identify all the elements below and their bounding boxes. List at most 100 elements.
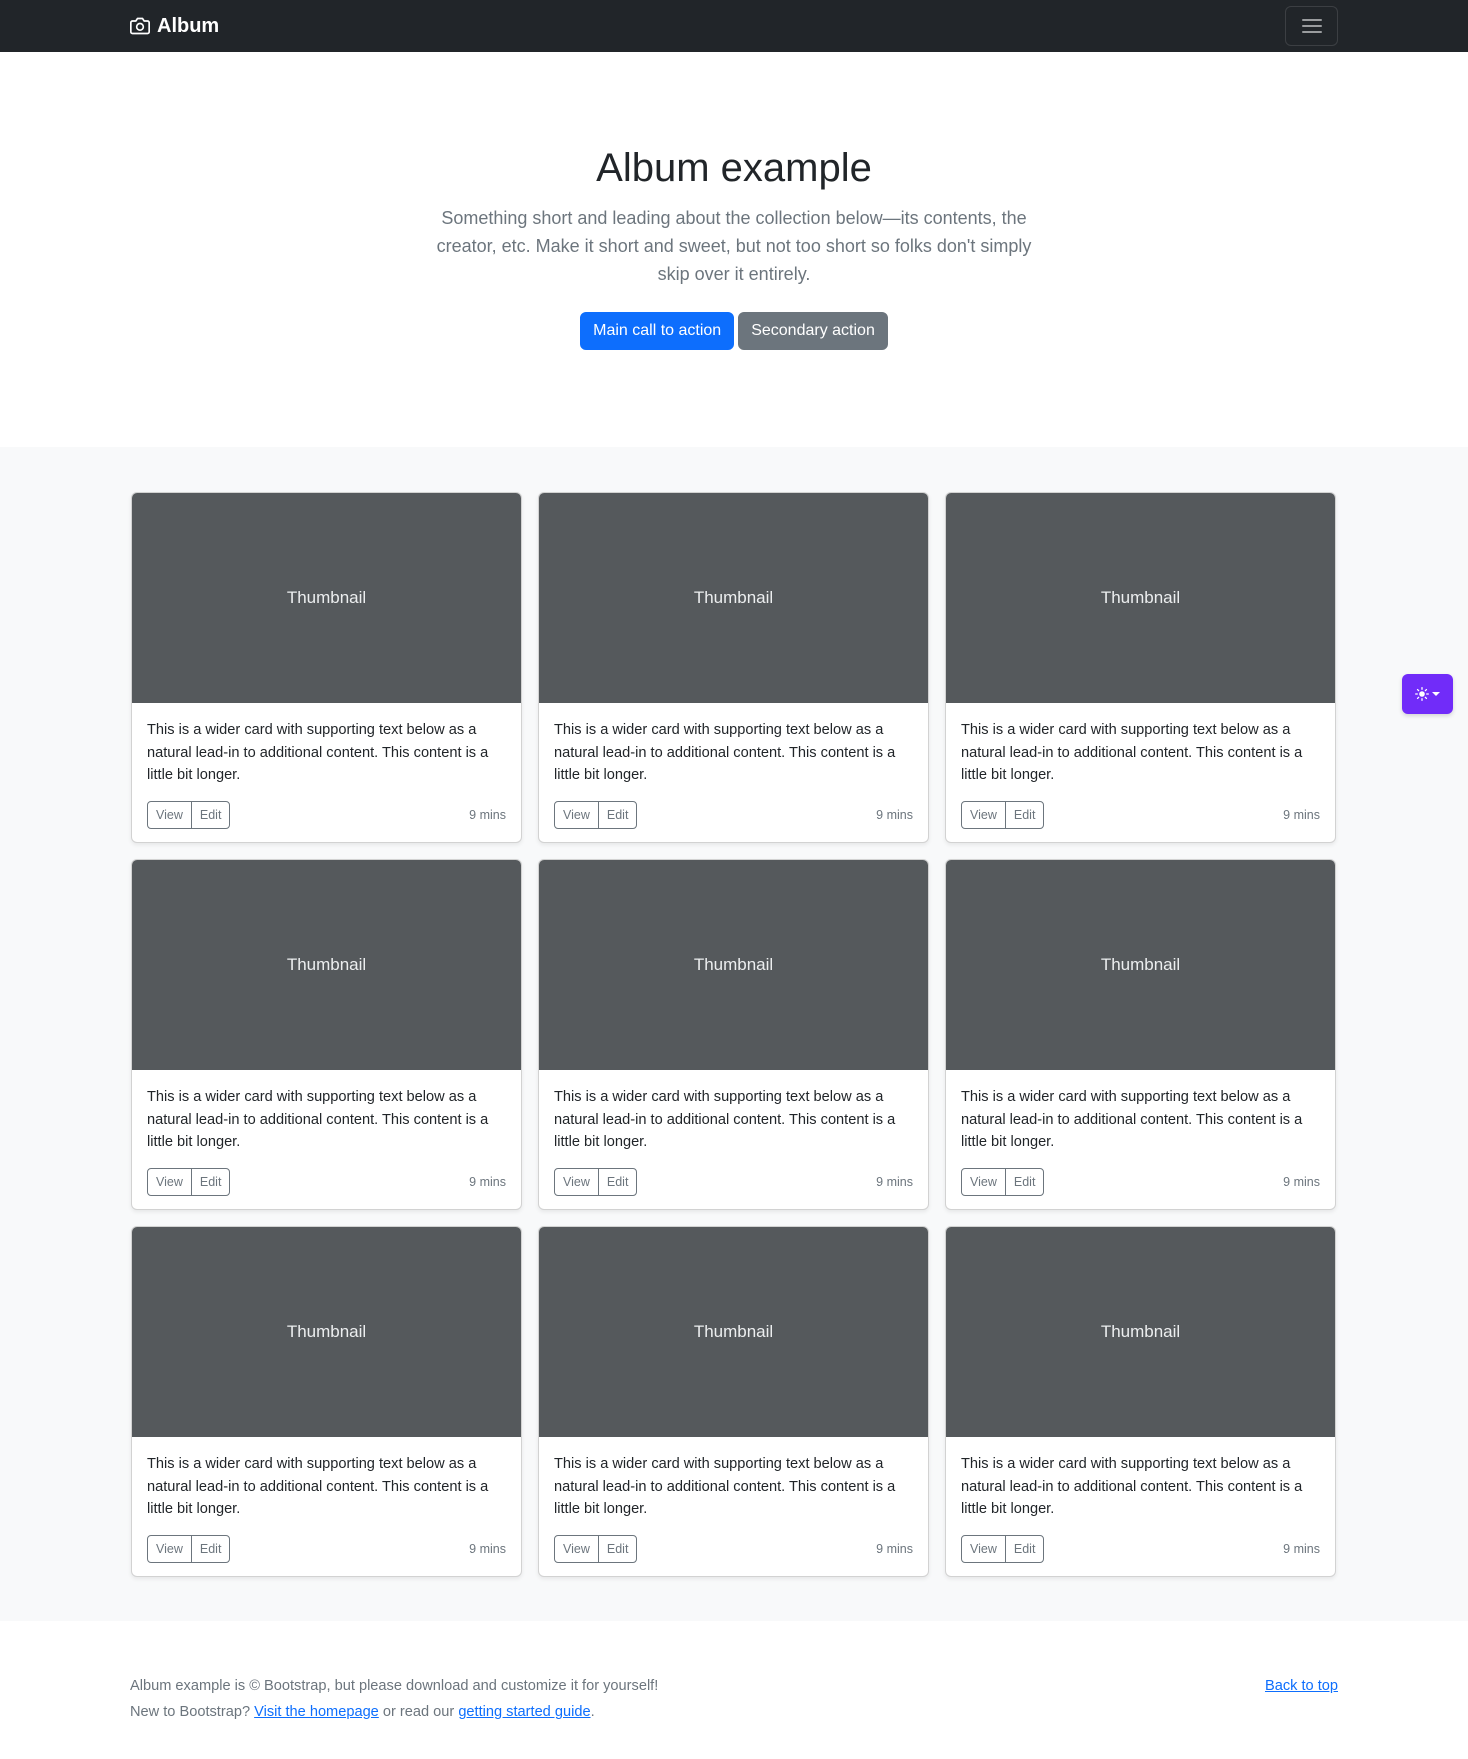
thumbnail-label: Thumbnail [1100,588,1181,607]
card-button-group: View Edit [961,800,1045,830]
card-body: This is a wider card with supporting tex… [539,1070,928,1209]
card-actions-row: View Edit 9 mins [554,1167,913,1197]
album-section: Thumbnail This is a wider card with suppo… [0,447,1468,1621]
card-thumbnail: Thumbnail [946,860,1335,1070]
album-card: Thumbnail This is a wider card with suppo… [131,492,522,843]
hamburger-icon [1301,19,1322,33]
card-time: 9 mins [1283,1541,1320,1556]
edit-button[interactable]: Edit [1004,1167,1045,1197]
card-body: This is a wider card with supporting tex… [132,1437,521,1576]
album-card: Thumbnail This is a wider card with suppo… [945,492,1336,843]
card-button-group: View Edit [554,1167,638,1197]
main-call-to-action-button[interactable]: Main call to action [580,312,735,350]
card-button-group: View Edit [147,800,231,830]
secondary-action-button[interactable]: Secondary action [738,312,888,350]
theme-toggle-button[interactable] [1402,674,1453,714]
album-card: Thumbnail This is a wider card with suppo… [538,1226,929,1577]
card-text: This is a wider card with supporting tex… [554,722,896,783]
card-button-group: View Edit [147,1534,231,1564]
visit-homepage-link[interactable]: Visit the homepage [254,1704,379,1720]
view-button[interactable]: View [147,1534,192,1564]
card-button-group: View Edit [147,1167,231,1197]
card-thumbnail: Thumbnail [132,1227,521,1437]
view-button[interactable]: View [961,1167,1006,1197]
card-time: 9 mins [876,807,913,822]
card-button-group: View Edit [554,800,638,830]
thumbnail-label: Thumbnail [286,588,367,607]
edit-button[interactable]: Edit [190,1534,231,1564]
view-button[interactable]: View [147,1167,192,1197]
edit-button[interactable]: Edit [597,1167,638,1197]
view-button[interactable]: View [961,800,1006,830]
card-body: This is a wider card with supporting tex… [132,1070,521,1209]
view-button[interactable]: View [554,1167,599,1197]
thumbnail-label: Thumbnail [693,955,774,974]
view-button[interactable]: View [554,1534,599,1564]
sun-icon [1415,687,1429,701]
album-card: Thumbnail This is a wider card with suppo… [131,1226,522,1577]
brand-label: Album [157,14,220,37]
back-to-top-link[interactable]: Back to top [1265,1673,1338,1699]
thumbnail-label: Thumbnail [1100,1322,1181,1341]
card-text: This is a wider card with supporting tex… [147,1456,489,1517]
view-button[interactable]: View [961,1534,1006,1564]
card-button-group: View Edit [554,1534,638,1564]
card-thumbnail: Thumbnail [539,493,928,703]
card-time: 9 mins [876,1174,913,1189]
caret-down-icon [1432,692,1440,696]
card-time: 9 mins [469,1541,506,1556]
navbar-brand[interactable]: Album [130,15,219,38]
page-title: Album example [596,146,872,190]
card-actions-row: View Edit 9 mins [554,800,913,830]
card-actions-row: View Edit 9 mins [147,800,506,830]
card-actions-row: View Edit 9 mins [554,1534,913,1564]
edit-button[interactable]: Edit [1004,800,1045,830]
card-actions-row: View Edit 9 mins [147,1167,506,1197]
card-thumbnail: Thumbnail [132,860,521,1070]
card-actions-row: View Edit 9 mins [147,1534,506,1564]
card-time: 9 mins [1283,807,1320,822]
card-actions-row: View Edit 9 mins [961,1167,1320,1197]
view-button[interactable]: View [147,800,192,830]
view-button[interactable]: View [554,800,599,830]
footer-middle-text: or read our [378,1704,459,1720]
navbar-toggler[interactable] [1285,6,1338,46]
edit-button[interactable]: Edit [597,800,638,830]
card-time: 9 mins [876,1541,913,1556]
card-button-group: View Edit [961,1167,1045,1197]
card-actions-row: View Edit 9 mins [961,800,1320,830]
card-body: This is a wider card with supporting tex… [946,1437,1335,1576]
card-text: This is a wider card with supporting tex… [147,722,489,783]
thumbnail-label: Thumbnail [693,588,774,607]
edit-button[interactable]: Edit [1004,1534,1045,1564]
card-body: This is a wider card with supporting tex… [946,1070,1335,1209]
thumbnail-label: Thumbnail [286,955,367,974]
hero-actions: Main call to action Secondary action [0,312,1468,350]
getting-started-guide-link[interactable]: getting started guide [458,1704,590,1720]
card-grid: Thumbnail This is a wider card with suppo… [131,492,1337,1577]
album-card: Thumbnail This is a wider card with suppo… [131,859,522,1210]
card-actions-row: View Edit 9 mins [961,1534,1320,1564]
footer-prefix-text: New to Bootstrap? [130,1704,255,1720]
thumbnail-label: Thumbnail [693,1322,774,1341]
camera-icon [130,17,150,35]
edit-button[interactable]: Edit [597,1534,638,1564]
card-text: This is a wider card with supporting tex… [961,1089,1303,1150]
card-text: This is a wider card with supporting tex… [554,1089,896,1150]
edit-button[interactable]: Edit [190,800,231,830]
card-thumbnail: Thumbnail [946,1227,1335,1437]
card-time: 9 mins [1283,1174,1320,1189]
card-thumbnail: Thumbnail [132,493,521,703]
footer-suffix-text: . [590,1704,595,1720]
card-text: This is a wider card with supporting tex… [961,722,1303,783]
card-time: 9 mins [469,1174,506,1189]
thumbnail-label: Thumbnail [1100,955,1181,974]
footer-getting-started: New to Bootstrap? Visit the homepage or … [130,1699,1338,1725]
card-button-group: View Edit [961,1534,1045,1564]
edit-button[interactable]: Edit [190,1167,231,1197]
card-time: 9 mins [469,807,506,822]
navbar: Album [0,0,1468,52]
navbar-container: Album [0,0,1468,52]
card-text: This is a wider card with supporting tex… [961,1456,1303,1517]
card-body: This is a wider card with supporting tex… [946,703,1335,842]
